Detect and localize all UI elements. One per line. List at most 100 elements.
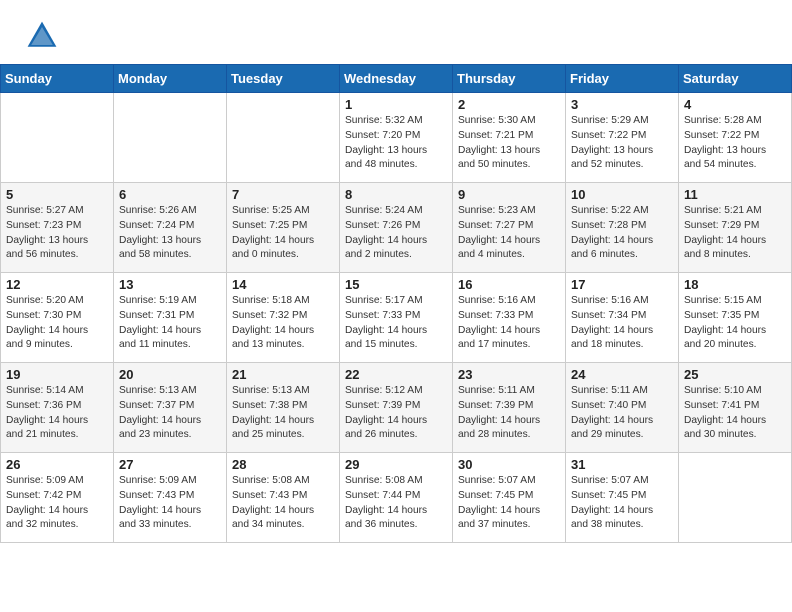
day-cell-22: 22 Sunrise: 5:12 AM Sunset: 7:39 PM Dayli…: [340, 363, 453, 453]
day-info-4: Sunrise: 5:28 AM Sunset: 7:22 PM Dayligh…: [684, 114, 786, 173]
day-info-29: Sunrise: 5:08 AM Sunset: 7:44 PM Dayligh…: [345, 474, 447, 533]
logo-icon: [24, 18, 60, 54]
day-number-15: 15: [345, 277, 447, 292]
day-cell-23: 23Sunrise: 5:11 AM Sunset: 7:39 PM Dayli…: [453, 363, 566, 453]
week-row-3: 12 Sunrise: 5:20 AM Sunset: 7:30 PM Dayli…: [1, 273, 792, 363]
day-cell-14: 14 Sunrise: 5:18 AM Sunset: 7:32 PM Dayli…: [227, 273, 340, 363]
day-number-29: 29: [345, 457, 447, 472]
day-cell-7: 7 Sunrise: 5:25 AM Sunset: 7:25 PM Daylig…: [227, 183, 340, 273]
day-number-19: 19: [6, 367, 108, 382]
calendar-header: SundayMondayTuesdayWednesdayThursdayFrid…: [1, 65, 792, 93]
day-info-12: Sunrise: 5:20 AM Sunset: 7:30 PM Dayligh…: [6, 294, 108, 353]
empty-cell: [1, 93, 114, 183]
day-number-11: 11: [684, 187, 786, 202]
day-number-6: 6: [119, 187, 221, 202]
day-info-27: Sunrise: 5:09 AM Sunset: 7:43 PM Dayligh…: [119, 474, 221, 533]
day-number-2: 2: [458, 97, 560, 112]
day-info-26: Sunrise: 5:09 AM Sunset: 7:42 PM Dayligh…: [6, 474, 108, 533]
day-cell-29: 29 Sunrise: 5:08 AM Sunset: 7:44 PM Dayli…: [340, 453, 453, 543]
day-cell-5: 5 Sunrise: 5:27 AM Sunset: 7:23 PM Daylig…: [1, 183, 114, 273]
week-row-5: 26Sunrise: 5:09 AM Sunset: 7:42 PM Dayli…: [1, 453, 792, 543]
day-info-31: Sunrise: 5:07 AM Sunset: 7:45 PM Dayligh…: [571, 474, 673, 533]
day-info-25: Sunrise: 5:10 AM Sunset: 7:41 PM Dayligh…: [684, 384, 786, 443]
day-cell-9: 9 Sunrise: 5:23 AM Sunset: 7:27 PM Daylig…: [453, 183, 566, 273]
day-number-24: 24: [571, 367, 673, 382]
day-cell-11: 11Sunrise: 5:21 AM Sunset: 7:29 PM Dayli…: [679, 183, 792, 273]
day-info-3: Sunrise: 5:29 AM Sunset: 7:22 PM Dayligh…: [571, 114, 673, 173]
day-cell-30: 30 Sunrise: 5:07 AM Sunset: 7:45 PM Dayli…: [453, 453, 566, 543]
day-number-31: 31: [571, 457, 673, 472]
day-number-20: 20: [119, 367, 221, 382]
day-info-30: Sunrise: 5:07 AM Sunset: 7:45 PM Dayligh…: [458, 474, 560, 533]
day-info-22: Sunrise: 5:12 AM Sunset: 7:39 PM Dayligh…: [345, 384, 447, 443]
day-cell-18: 18 Sunrise: 5:15 AM Sunset: 7:35 PM Dayli…: [679, 273, 792, 363]
day-cell-25: 25Sunrise: 5:10 AM Sunset: 7:41 PM Dayli…: [679, 363, 792, 453]
day-cell-4: 4 Sunrise: 5:28 AM Sunset: 7:22 PM Daylig…: [679, 93, 792, 183]
day-number-9: 9: [458, 187, 560, 202]
day-info-14: Sunrise: 5:18 AM Sunset: 7:32 PM Dayligh…: [232, 294, 334, 353]
day-number-1: 1: [345, 97, 447, 112]
day-info-1: Sunrise: 5:32 AM Sunset: 7:20 PM Dayligh…: [345, 114, 447, 173]
day-number-27: 27: [119, 457, 221, 472]
day-cell-17: 17Sunrise: 5:16 AM Sunset: 7:34 PM Dayli…: [566, 273, 679, 363]
day-cell-28: 28 Sunrise: 5:08 AM Sunset: 7:43 PM Dayli…: [227, 453, 340, 543]
day-number-18: 18: [684, 277, 786, 292]
header-row: SundayMondayTuesdayWednesdayThursdayFrid…: [1, 65, 792, 93]
day-info-16: Sunrise: 5:16 AM Sunset: 7:33 PM Dayligh…: [458, 294, 560, 353]
day-info-15: Sunrise: 5:17 AM Sunset: 7:33 PM Dayligh…: [345, 294, 447, 353]
day-info-8: Sunrise: 5:24 AM Sunset: 7:26 PM Dayligh…: [345, 204, 447, 263]
header-cell-saturday: Saturday: [679, 65, 792, 93]
calendar-body: 1 Sunrise: 5:32 AM Sunset: 7:20 PM Daylig…: [1, 93, 792, 543]
day-number-8: 8: [345, 187, 447, 202]
day-cell-16: 16 Sunrise: 5:16 AM Sunset: 7:33 PM Dayli…: [453, 273, 566, 363]
header-cell-wednesday: Wednesday: [340, 65, 453, 93]
day-info-10: Sunrise: 5:22 AM Sunset: 7:28 PM Dayligh…: [571, 204, 673, 263]
day-info-23: Sunrise: 5:11 AM Sunset: 7:39 PM Dayligh…: [458, 384, 560, 443]
day-number-7: 7: [232, 187, 334, 202]
day-info-5: Sunrise: 5:27 AM Sunset: 7:23 PM Dayligh…: [6, 204, 108, 263]
day-info-24: Sunrise: 5:11 AM Sunset: 7:40 PM Dayligh…: [571, 384, 673, 443]
empty-cell: [114, 93, 227, 183]
day-number-13: 13: [119, 277, 221, 292]
day-cell-19: 19 Sunrise: 5:14 AM Sunset: 7:36 PM Dayli…: [1, 363, 114, 453]
header-cell-monday: Monday: [114, 65, 227, 93]
day-number-14: 14: [232, 277, 334, 292]
day-cell-24: 24 Sunrise: 5:11 AM Sunset: 7:40 PM Dayli…: [566, 363, 679, 453]
week-row-2: 5 Sunrise: 5:27 AM Sunset: 7:23 PM Daylig…: [1, 183, 792, 273]
day-info-19: Sunrise: 5:14 AM Sunset: 7:36 PM Dayligh…: [6, 384, 108, 443]
day-number-10: 10: [571, 187, 673, 202]
empty-cell: [227, 93, 340, 183]
day-info-6: Sunrise: 5:26 AM Sunset: 7:24 PM Dayligh…: [119, 204, 221, 263]
day-cell-26: 26Sunrise: 5:09 AM Sunset: 7:42 PM Dayli…: [1, 453, 114, 543]
day-cell-3: 3 Sunrise: 5:29 AM Sunset: 7:22 PM Daylig…: [566, 93, 679, 183]
day-number-22: 22: [345, 367, 447, 382]
day-info-17: Sunrise: 5:16 AM Sunset: 7:34 PM Dayligh…: [571, 294, 673, 353]
day-cell-1: 1 Sunrise: 5:32 AM Sunset: 7:20 PM Daylig…: [340, 93, 453, 183]
week-row-1: 1 Sunrise: 5:32 AM Sunset: 7:20 PM Daylig…: [1, 93, 792, 183]
day-cell-8: 8 Sunrise: 5:24 AM Sunset: 7:26 PM Daylig…: [340, 183, 453, 273]
day-info-9: Sunrise: 5:23 AM Sunset: 7:27 PM Dayligh…: [458, 204, 560, 263]
day-number-30: 30: [458, 457, 560, 472]
day-number-12: 12: [6, 277, 108, 292]
day-info-2: Sunrise: 5:30 AM Sunset: 7:21 PM Dayligh…: [458, 114, 560, 173]
week-row-4: 19 Sunrise: 5:14 AM Sunset: 7:36 PM Dayli…: [1, 363, 792, 453]
day-number-4: 4: [684, 97, 786, 112]
day-number-16: 16: [458, 277, 560, 292]
day-number-28: 28: [232, 457, 334, 472]
day-info-7: Sunrise: 5:25 AM Sunset: 7:25 PM Dayligh…: [232, 204, 334, 263]
day-cell-21: 21Sunrise: 5:13 AM Sunset: 7:38 PM Dayli…: [227, 363, 340, 453]
header-cell-thursday: Thursday: [453, 65, 566, 93]
day-info-28: Sunrise: 5:08 AM Sunset: 7:43 PM Dayligh…: [232, 474, 334, 533]
header-cell-friday: Friday: [566, 65, 679, 93]
day-number-5: 5: [6, 187, 108, 202]
day-info-18: Sunrise: 5:15 AM Sunset: 7:35 PM Dayligh…: [684, 294, 786, 353]
day-number-3: 3: [571, 97, 673, 112]
day-cell-2: 2 Sunrise: 5:30 AM Sunset: 7:21 PM Daylig…: [453, 93, 566, 183]
day-cell-27: 27 Sunrise: 5:09 AM Sunset: 7:43 PM Dayli…: [114, 453, 227, 543]
empty-cell: [679, 453, 792, 543]
day-cell-6: 6 Sunrise: 5:26 AM Sunset: 7:24 PM Daylig…: [114, 183, 227, 273]
day-info-21: Sunrise: 5:13 AM Sunset: 7:38 PM Dayligh…: [232, 384, 334, 443]
header: [0, 0, 792, 64]
page: SundayMondayTuesdayWednesdayThursdayFrid…: [0, 0, 792, 543]
day-info-20: Sunrise: 5:13 AM Sunset: 7:37 PM Dayligh…: [119, 384, 221, 443]
